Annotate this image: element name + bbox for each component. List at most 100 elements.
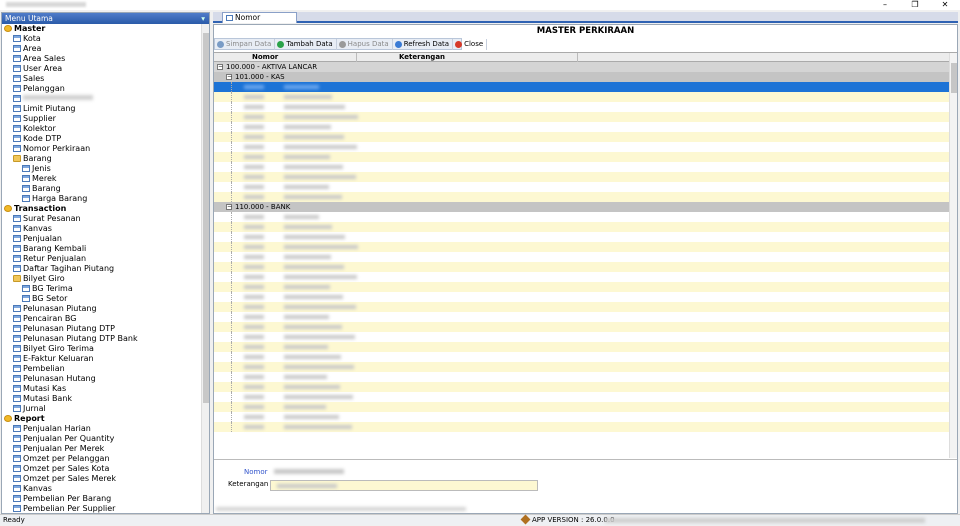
group-row[interactable]: −110.000 - BANK	[214, 202, 957, 212]
menu-item[interactable]: Pelunasan Hutang	[2, 374, 209, 384]
collapse-icon[interactable]: −	[226, 74, 232, 80]
menu-item[interactable]: Mutasi Kas	[2, 384, 209, 394]
menu-scroll-thumb[interactable]	[203, 33, 209, 403]
menu-item[interactable]: Jurnal	[2, 404, 209, 414]
menu-item[interactable]: Supplier	[2, 114, 209, 124]
table-row[interactable]	[214, 362, 957, 372]
menu-item[interactable]: Barang	[2, 184, 209, 194]
table-row[interactable]	[214, 242, 957, 252]
menu-item[interactable]: Pencairan BG	[2, 314, 209, 324]
table-row[interactable]	[214, 92, 957, 102]
menu-item[interactable]: Kota	[2, 34, 209, 44]
menu-group[interactable]: Transaction	[2, 204, 209, 214]
grid-scrollbar[interactable]	[949, 53, 957, 458]
menu-scrollbar[interactable]	[201, 24, 209, 513]
grid-scroll-thumb[interactable]	[951, 63, 957, 93]
close-window-icon[interactable]: ✕	[930, 0, 960, 10]
menu-item[interactable]	[2, 94, 209, 104]
table-row[interactable]	[214, 282, 957, 292]
table-row[interactable]	[214, 302, 957, 312]
minimize-icon[interactable]: –	[870, 0, 900, 10]
group-row[interactable]: −101.000 - KAS	[214, 72, 957, 82]
menu-item[interactable]: Penjualan	[2, 234, 209, 244]
table-row[interactable]	[214, 402, 957, 412]
keterangan-field[interactable]	[270, 480, 538, 491]
hapus-data-button[interactable]: Hapus Data	[337, 38, 393, 50]
table-row[interactable]	[214, 252, 957, 262]
table-row[interactable]	[214, 142, 957, 152]
menu-item[interactable]: Penjualan Harian	[2, 424, 209, 434]
menu-item[interactable]: Area	[2, 44, 209, 54]
simpan-data-button[interactable]: Simpan Data	[215, 38, 276, 50]
menu-item[interactable]: Retur Penjualan	[2, 254, 209, 264]
menu-item[interactable]: Jenis	[2, 164, 209, 174]
table-row[interactable]	[214, 112, 957, 122]
menu-item[interactable]: Penjualan Per Merek	[2, 444, 209, 454]
table-row[interactable]	[214, 172, 957, 182]
menu-item[interactable]: Kanvas	[2, 484, 209, 494]
menu-item[interactable]: Pelanggan	[2, 84, 209, 94]
table-row[interactable]	[214, 332, 957, 342]
menu-item[interactable]: Kode DTP	[2, 134, 209, 144]
menu-item[interactable]: Pembelian Per Barang	[2, 494, 209, 504]
column-keterangan[interactable]: Keterangan	[399, 53, 445, 62]
restore-icon[interactable]: ❐	[900, 0, 930, 10]
table-row[interactable]	[214, 212, 957, 222]
table-row[interactable]	[214, 162, 957, 172]
table-row[interactable]	[214, 422, 957, 432]
table-row[interactable]	[214, 412, 957, 422]
menu-item[interactable]: Pelunasan Piutang DTP	[2, 324, 209, 334]
table-row[interactable]	[214, 222, 957, 232]
menu-group[interactable]: Master	[2, 24, 209, 34]
menu-item[interactable]: Penjualan Per Quantity	[2, 434, 209, 444]
tab-nomor-perkiraan[interactable]: Nomor Perkiraan	[222, 12, 297, 32]
table-row[interactable]	[214, 392, 957, 402]
collapse-icon[interactable]: −	[217, 64, 223, 70]
table-row[interactable]	[214, 262, 957, 272]
table-row[interactable]	[214, 82, 957, 92]
group-row[interactable]: −100.000 - AKTIVA LANCAR	[214, 62, 957, 72]
table-row[interactable]	[214, 102, 957, 112]
menu-item[interactable]: Kolektor	[2, 124, 209, 134]
menu-item[interactable]: Area Sales	[2, 54, 209, 64]
menu-item[interactable]: Surat Pesanan	[2, 214, 209, 224]
table-row[interactable]	[214, 152, 957, 162]
collapse-icon[interactable]: −	[226, 204, 232, 210]
table-row[interactable]	[214, 342, 957, 352]
menu-item[interactable]: Harga Barang	[2, 194, 209, 204]
menu-item[interactable]: Sales	[2, 74, 209, 84]
menu-item[interactable]: Barang Kembali	[2, 244, 209, 254]
menu-item[interactable]: Daftar Tagihan Piutang	[2, 264, 209, 274]
menu-item[interactable]: BG Terima	[2, 284, 209, 294]
table-row[interactable]	[214, 352, 957, 362]
menu-item[interactable]: Pembelian	[2, 364, 209, 374]
menu-group[interactable]: Report	[2, 414, 209, 424]
table-row[interactable]	[214, 132, 957, 142]
menu-item[interactable]: BG Setor	[2, 294, 209, 304]
table-row[interactable]	[214, 192, 957, 202]
menu-item[interactable]: Limit Piutang	[2, 104, 209, 114]
menu-item[interactable]: Omzet per Sales Kota	[2, 464, 209, 474]
table-row[interactable]	[214, 122, 957, 132]
menu-item[interactable]: Merek	[2, 174, 209, 184]
table-row[interactable]	[214, 312, 957, 322]
menu-item[interactable]: Bilyet Giro Terima	[2, 344, 209, 354]
table-row[interactable]	[214, 372, 957, 382]
column-nomor[interactable]: Nomor	[252, 53, 278, 62]
menu-item[interactable]: Omzet per Sales Merek	[2, 474, 209, 484]
close-button[interactable]: Close	[453, 38, 488, 50]
menu-item[interactable]: Barang	[2, 154, 209, 164]
table-row[interactable]	[214, 272, 957, 282]
menu-item[interactable]: Bilyet Giro	[2, 274, 209, 284]
refresh-data-button[interactable]: Refresh Data	[393, 38, 454, 50]
table-row[interactable]	[214, 292, 957, 302]
table-row[interactable]	[214, 382, 957, 392]
menu-item[interactable]: Pelunasan Piutang DTP Bank	[2, 334, 209, 344]
table-row[interactable]	[214, 322, 957, 332]
pin-icon[interactable]: ▾	[201, 13, 205, 24]
menu-item[interactable]: E-Faktur Keluaran	[2, 354, 209, 364]
tambah-data-button[interactable]: Tambah Data	[275, 38, 337, 50]
table-row[interactable]	[214, 182, 957, 192]
menu-item[interactable]: Pelunasan Piutang	[2, 304, 209, 314]
table-row[interactable]	[214, 232, 957, 242]
